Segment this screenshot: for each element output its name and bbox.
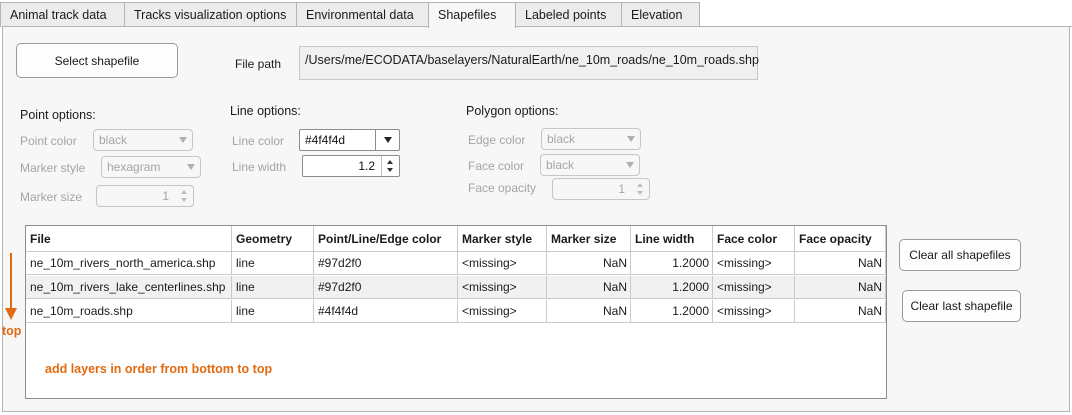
tab-labeled-points[interactable]: Labeled points (515, 2, 622, 27)
cell-marker-size[interactable]: NaN (547, 300, 631, 322)
top-label: top (2, 324, 22, 338)
tab-shapefiles[interactable]: Shapefiles (428, 2, 516, 28)
col-face-opacity[interactable]: Face opacity (795, 226, 886, 251)
face-color-value: black (546, 158, 575, 172)
tab-tracks-visualization-options[interactable]: Tracks visualization options (124, 2, 297, 27)
edge-color-label: Edge color (468, 133, 526, 147)
face-color-dropdown: black (540, 154, 640, 176)
cell-color[interactable]: #97d2f0 (314, 252, 458, 274)
cell-marker-size[interactable]: NaN (547, 276, 631, 298)
polygon-options-title: Polygon options: (466, 104, 559, 118)
marker-style-dropdown: hexagram (101, 156, 201, 178)
tab-elevation[interactable]: Elevation (621, 2, 700, 27)
spinner-up-icon[interactable] (387, 160, 393, 164)
cell-marker-style[interactable]: <missing> (458, 252, 547, 274)
cell-file[interactable]: ne_10m_rivers_lake_centerlines.shp (26, 276, 232, 298)
clear-last-shapefile-button[interactable]: Clear last shapefile (902, 290, 1021, 322)
marker-style-value: hexagram (107, 160, 161, 174)
point-options-title: Point options: (20, 108, 96, 122)
cell-line-width[interactable]: 1.2000 (631, 300, 713, 322)
line-width-spinner[interactable]: 1.2 (302, 155, 400, 177)
tab-animal-track-data[interactable]: Animal track data (0, 2, 125, 27)
cell-geometry[interactable]: line (232, 300, 314, 322)
file-path-label: File path (235, 57, 282, 71)
table-row[interactable]: ne_10m_rivers_north_america.shp line #97… (26, 252, 886, 275)
edge-color-value: black (547, 132, 576, 146)
dropdown-arrow-icon (179, 137, 187, 143)
spinner-up-icon (637, 183, 643, 187)
table-row[interactable]: ne_10m_roads.shp line #4f4f4d <missing> … (26, 300, 886, 323)
line-options-title: Line options: (230, 104, 301, 118)
col-marker-size[interactable]: Marker size (547, 226, 631, 251)
dropdown-arrow-icon (627, 136, 635, 142)
shapefiles-panel: Select shapefile File path /Users/me/ECO… (2, 26, 1070, 412)
cell-marker-style[interactable]: <missing> (458, 276, 547, 298)
table-header: File Geometry Point/Line/Edge color Mark… (26, 226, 886, 252)
marker-style-label: Marker style (20, 161, 86, 175)
tab-environmental-data[interactable]: Environmental data (296, 2, 429, 27)
tab-bar: Animal track data Tracks visualization o… (0, 2, 1072, 28)
marker-size-value: 1 (162, 189, 169, 203)
cell-face-opacity[interactable]: NaN (795, 276, 886, 298)
cell-file[interactable]: ne_10m_rivers_north_america.shp (26, 252, 232, 274)
cell-marker-size[interactable]: NaN (547, 252, 631, 274)
select-shapefile-button[interactable]: Select shapefile (16, 43, 178, 78)
table-row[interactable]: ne_10m_rivers_lake_centerlines.shp line … (26, 276, 886, 299)
marker-size-spinner: 1 (96, 185, 194, 207)
line-width-value: 1.2 (358, 159, 375, 173)
dropdown-arrow-icon (384, 137, 392, 143)
cell-line-width[interactable]: 1.2000 (631, 252, 713, 274)
col-marker-style[interactable]: Marker style (458, 226, 547, 251)
cell-face-opacity[interactable]: NaN (795, 252, 886, 274)
spinner-down-icon (181, 198, 187, 202)
spinner-up-icon (181, 190, 187, 194)
col-color[interactable]: Point/Line/Edge color (314, 226, 458, 251)
face-opacity-label: Face opacity (468, 181, 537, 195)
cell-marker-style[interactable]: <missing> (458, 300, 547, 322)
dropdown-arrow-icon (626, 162, 634, 168)
line-color-label: Line color (232, 134, 285, 148)
cell-face-color[interactable]: <missing> (713, 276, 795, 298)
edge-color-dropdown: black (541, 128, 641, 150)
face-opacity-value: 1 (618, 182, 625, 196)
line-width-label: Line width (232, 160, 287, 174)
cell-color[interactable]: #97d2f0 (314, 276, 458, 298)
point-color-dropdown: black (93, 129, 193, 151)
cell-geometry[interactable]: line (232, 276, 314, 298)
cell-face-color[interactable]: <missing> (713, 252, 795, 274)
cell-face-opacity[interactable]: NaN (795, 300, 886, 322)
layer-order-note: add layers in order from bottom to top (45, 362, 273, 376)
point-color-value: black (99, 133, 128, 147)
marker-size-label: Marker size (20, 190, 83, 204)
col-geometry[interactable]: Geometry (232, 226, 314, 251)
cell-color[interactable]: #4f4f4d (314, 300, 458, 322)
tab-bar-filler (700, 2, 1072, 27)
line-color-dropdown[interactable]: #4f4f4d (299, 129, 400, 151)
clear-all-shapefiles-button[interactable]: Clear all shapefiles (899, 239, 1021, 271)
line-color-value: #4f4f4d (305, 133, 346, 147)
face-color-label: Face color (468, 159, 525, 173)
spinner-down-icon[interactable] (387, 168, 393, 172)
cell-face-color[interactable]: <missing> (713, 300, 795, 322)
down-arrow-icon (5, 253, 17, 320)
col-file[interactable]: File (26, 226, 232, 251)
col-line-width[interactable]: Line width (631, 226, 713, 251)
face-opacity-spinner: 1 (552, 178, 650, 200)
file-path-field: /Users/me/ECODATA/baselayers/NaturalEart… (299, 46, 759, 80)
cell-file[interactable]: ne_10m_roads.shp (26, 300, 232, 322)
point-color-label: Point color (20, 134, 77, 148)
dropdown-arrow-icon (187, 164, 195, 170)
cell-geometry[interactable]: line (232, 252, 314, 274)
spinner-down-icon (637, 191, 643, 195)
cell-line-width[interactable]: 1.2000 (631, 276, 713, 298)
col-face-color[interactable]: Face color (713, 226, 795, 251)
